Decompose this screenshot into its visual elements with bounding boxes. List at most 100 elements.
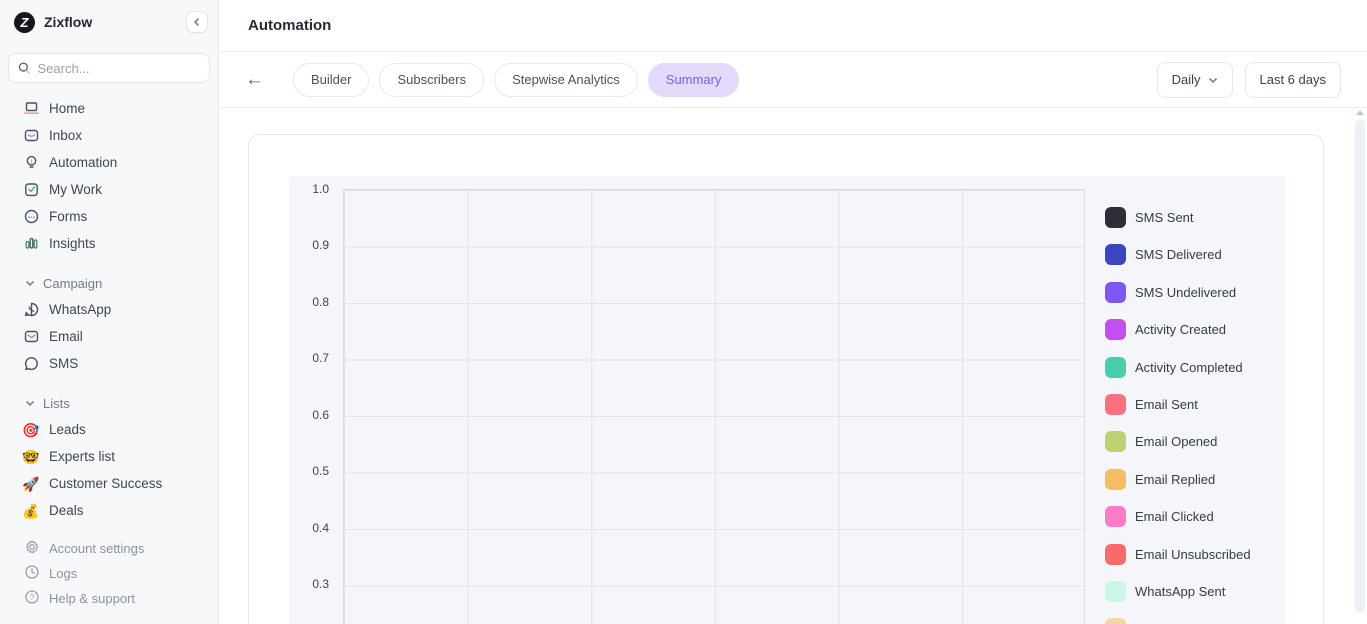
legend-swatch (1105, 357, 1126, 378)
period-dropdown-value: Daily (1172, 72, 1201, 87)
search-box[interactable] (8, 53, 210, 83)
y-tick-label: 0.4 (289, 521, 329, 535)
sidebar-item-home[interactable]: Home (0, 95, 218, 122)
section-lists[interactable]: Lists (0, 390, 218, 416)
legend-item[interactable]: SMS Delivered (1105, 244, 1251, 265)
tab-stepwise-analytics[interactable]: Stepwise Analytics (494, 63, 638, 97)
y-tick-label: 0.9 (289, 238, 329, 252)
sidebar-item-account-settings[interactable]: Account settings (0, 536, 218, 561)
scrollbar-up-arrow-icon[interactable] (1356, 110, 1364, 115)
y-tick-label: 0.5 (289, 464, 329, 478)
email-icon (22, 328, 40, 346)
chevron-down-icon (25, 398, 35, 408)
search-icon (18, 61, 31, 75)
forms-icon (22, 208, 40, 226)
sidebar-item-automation[interactable]: Automation (0, 149, 218, 176)
page-title: Automation (248, 17, 331, 34)
sidebar-item-sms[interactable]: SMS (0, 350, 218, 377)
help-icon: ? (24, 589, 40, 608)
legend-item[interactable]: Email Replied (1105, 469, 1251, 490)
clock-icon (24, 564, 40, 583)
scrollbar-thumb[interactable] (1355, 119, 1365, 613)
sms-icon (22, 355, 40, 373)
legend-label: Email Opened (1135, 434, 1217, 449)
sidebar: Z Zixflow Home Inbox Automation My Work … (0, 0, 219, 624)
toolbar: ← Builder Subscribers Stepwise Analytics… (219, 52, 1367, 108)
automation-icon (22, 154, 40, 172)
sidebar-item-whatsapp[interactable]: WhatsApp (0, 296, 218, 323)
toolbar-right: Daily Last 6 days (1157, 62, 1341, 98)
vertical-scrollbar[interactable] (1354, 110, 1366, 624)
search-input[interactable] (38, 61, 201, 76)
legend-swatch (1105, 581, 1126, 602)
sidebar-footer: Account settings Logs ? Help & support (0, 536, 218, 611)
sidebar-item-insights[interactable]: Insights (0, 230, 218, 257)
tab-summary[interactable]: Summary (648, 63, 740, 97)
sidebar-item-customer-success[interactable]: 🚀 Customer Success (0, 470, 218, 497)
y-tick-label: 1.0 (289, 182, 329, 196)
legend-item[interactable]: Email Opened (1105, 431, 1251, 452)
brand-name: Zixflow (44, 14, 186, 30)
legend-swatch (1105, 618, 1126, 624)
footer-item-label: Account settings (49, 541, 144, 556)
legend-item[interactable]: Activity Completed (1105, 357, 1251, 378)
date-range-label: Last 6 days (1260, 72, 1327, 87)
sidebar-item-logs[interactable]: Logs (0, 561, 218, 586)
legend-label: Email Unsubscribed (1135, 547, 1251, 562)
legend-label: Activity Completed (1135, 360, 1243, 375)
sidebar-item-deals[interactable]: 💰 Deals (0, 497, 218, 524)
y-tick-label: 0.3 (289, 577, 329, 591)
date-range-button[interactable]: Last 6 days (1245, 62, 1342, 98)
legend-swatch (1105, 207, 1126, 228)
legend-item[interactable]: Email Clicked (1105, 506, 1251, 527)
legend-item[interactable]: SMS Undelivered (1105, 282, 1251, 303)
tab-subscribers[interactable]: Subscribers (379, 63, 484, 97)
chevron-down-icon (25, 278, 35, 288)
period-dropdown[interactable]: Daily (1157, 62, 1233, 98)
sidebar-item-label: WhatsApp (49, 302, 111, 317)
legend-label: Email Sent (1135, 397, 1198, 412)
sidebar-item-forms[interactable]: Forms (0, 203, 218, 230)
sidebar-item-email[interactable]: Email (0, 323, 218, 350)
legend-item[interactable]: WhatsApp Sent (1105, 581, 1251, 602)
back-button[interactable]: ← (245, 70, 264, 89)
nerd-face-emoji-icon: 🤓 (22, 448, 40, 466)
legend-item[interactable] (1105, 618, 1251, 624)
inbox-icon (22, 127, 40, 145)
legend-label: SMS Delivered (1135, 247, 1222, 262)
chart-surface: 1.00.90.80.70.60.50.40.3 SMS SentSMS Del… (289, 176, 1285, 624)
footer-item-label: Help & support (49, 591, 135, 606)
sidebar-item-leads[interactable]: 🎯 Leads (0, 416, 218, 443)
content-area: 1.00.90.80.70.60.50.40.3 SMS SentSMS Del… (219, 108, 1367, 624)
legend-label: Activity Created (1135, 322, 1226, 337)
legend-swatch (1105, 282, 1126, 303)
legend-swatch (1105, 431, 1126, 452)
sidebar-item-inbox[interactable]: Inbox (0, 122, 218, 149)
section-campaign[interactable]: Campaign (0, 270, 218, 296)
money-bag-emoji-icon: 💰 (22, 502, 40, 520)
legend-label: Email Clicked (1135, 509, 1214, 524)
legend-swatch (1105, 506, 1126, 527)
main-area: Automation ← Builder Subscribers Stepwis… (219, 0, 1367, 624)
home-icon (22, 100, 40, 118)
legend-item[interactable]: Email Unsubscribed (1105, 544, 1251, 565)
legend-swatch (1105, 319, 1126, 340)
sidebar-collapse-button[interactable] (186, 11, 208, 33)
sidebar-item-label: Home (49, 101, 85, 116)
legend-swatch (1105, 544, 1126, 565)
tab-builder[interactable]: Builder (293, 63, 369, 97)
y-tick-label: 0.8 (289, 295, 329, 309)
chevron-down-icon (1208, 75, 1218, 85)
legend-item[interactable]: SMS Sent (1105, 207, 1251, 228)
legend-item[interactable]: Activity Created (1105, 319, 1251, 340)
sidebar-item-label: SMS (49, 356, 78, 371)
y-tick-label: 0.7 (289, 351, 329, 365)
svg-text:?: ? (30, 593, 35, 602)
sidebar-item-label: Forms (49, 209, 87, 224)
sidebar-item-help-support[interactable]: ? Help & support (0, 586, 218, 611)
legend-label: SMS Sent (1135, 210, 1194, 225)
sidebar-item-experts-list[interactable]: 🤓 Experts list (0, 443, 218, 470)
legend-item[interactable]: Email Sent (1105, 394, 1251, 415)
sidebar-item-my-work[interactable]: My Work (0, 176, 218, 203)
sidebar-item-label: My Work (49, 182, 102, 197)
